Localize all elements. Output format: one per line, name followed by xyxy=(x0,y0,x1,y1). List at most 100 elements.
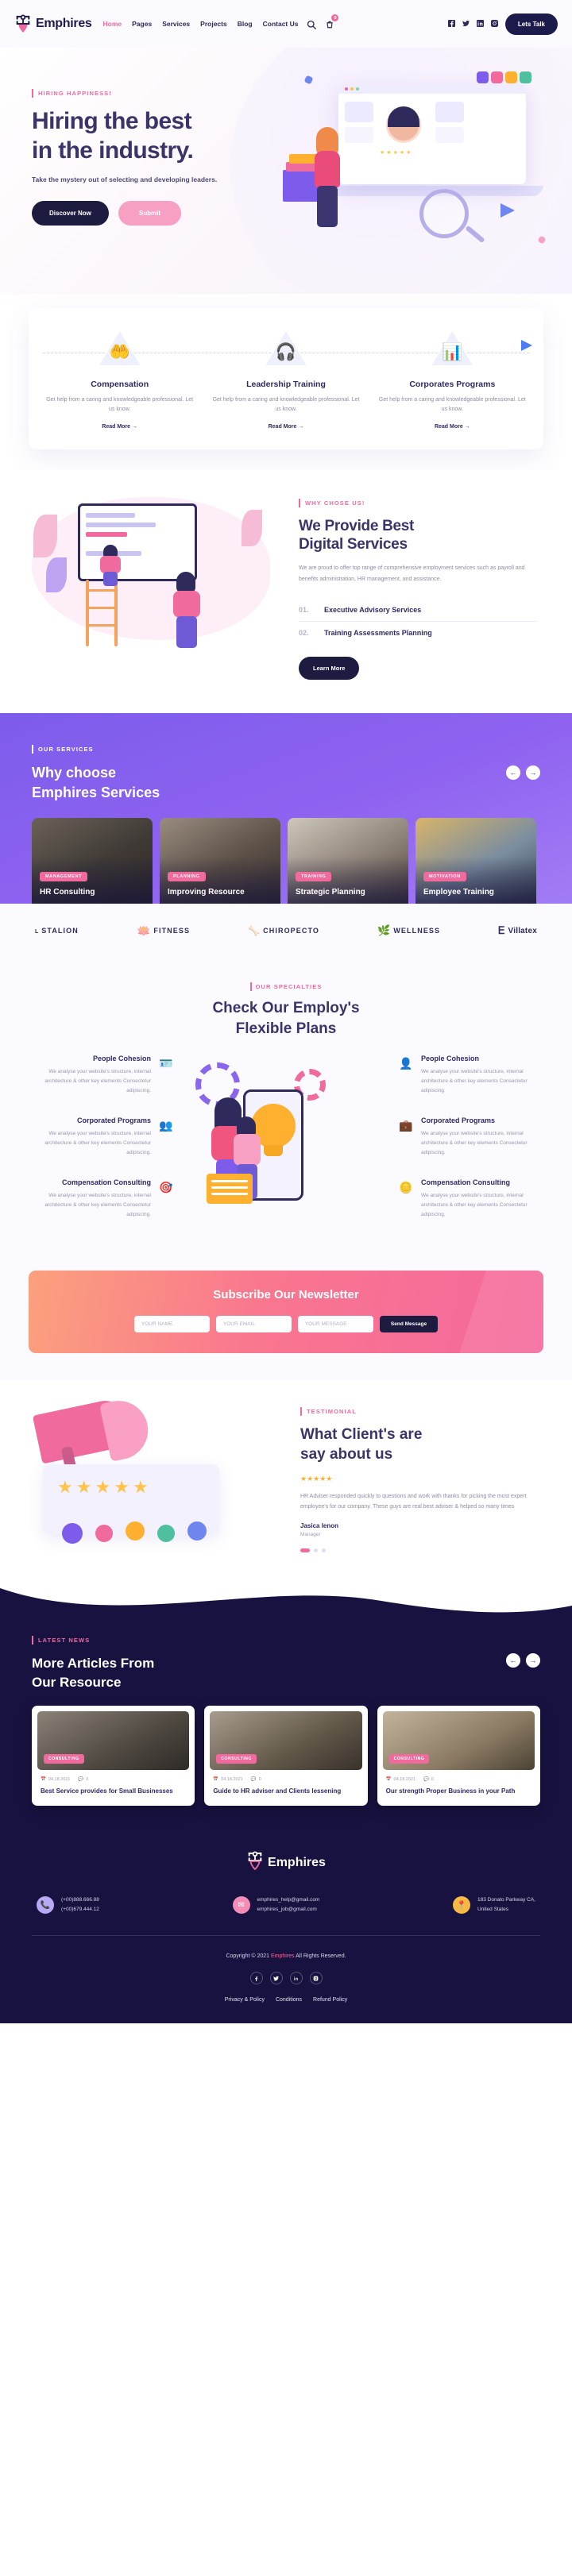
phone-icon: 📞 xyxy=(37,1896,54,1915)
testimonial-title: What Client's are say about us xyxy=(300,1425,539,1464)
digital-services-section: WHY CHOSE US! We Provide Best Digital Se… xyxy=(0,469,572,714)
blog-tag: CONSULTING xyxy=(216,1754,257,1764)
twitter-icon[interactable] xyxy=(269,1972,283,1985)
footer-contact-address[interactable]: 📍 183 Donato Parkway CA, United States xyxy=(453,1895,535,1915)
plan-feature[interactable]: Corporated Programs We analyse your webs… xyxy=(24,1116,175,1158)
instagram-icon[interactable] xyxy=(490,17,498,31)
plan-feature[interactable]: People Cohesion We analyse your website'… xyxy=(24,1055,175,1096)
search-icon[interactable] xyxy=(307,19,317,29)
why-card[interactable]: MANAGEMENT HR Consulting xyxy=(32,817,153,904)
send-message-button[interactable]: Send Message xyxy=(379,1316,439,1333)
service-desc: Get help from a caring and knowledgeable… xyxy=(212,397,360,413)
digital-list-item[interactable]: 01. Executive Advisory Services xyxy=(299,599,537,623)
email-input[interactable] xyxy=(215,1316,292,1333)
blog-card[interactable]: CONSULTING 📅 04.18.2021 💬 0 Our strength… xyxy=(377,1706,540,1807)
hero-person xyxy=(307,127,350,238)
footer-logo[interactable]: Emphires xyxy=(246,1850,326,1875)
blog-card[interactable]: CONSULTING 📅 04.18.2021 💬 0 Best Service… xyxy=(32,1706,195,1807)
phone-line-2: (+00)679.444.12 xyxy=(61,1907,99,1913)
nav-item-contact-us[interactable]: Contact Us xyxy=(263,20,299,28)
pagination-dot[interactable] xyxy=(322,1548,326,1552)
card-title: Employee Training xyxy=(423,887,494,897)
service-item-leadership-training[interactable]: 🎧 Leadership Training Get help from a ca… xyxy=(203,329,369,432)
carousel-next-icon[interactable]: → xyxy=(526,765,540,781)
newsletter-title: Subscribe Our Newsletter xyxy=(213,1288,359,1302)
message-input[interactable] xyxy=(297,1316,373,1333)
news-next-icon[interactable]: → xyxy=(526,1653,540,1668)
service-item-compensation[interactable]: 🤲 Compensation Get help from a caring an… xyxy=(37,329,203,432)
latest-news-section: LATEST NEWS More Articles From Our Resou… xyxy=(0,1588,572,1830)
address-line-1: 183 Donato Parkway CA, xyxy=(477,1897,535,1903)
deco-square-2 xyxy=(537,235,547,245)
testimonial-section: ★ ★ ★ ★ ★ TESTIMONIAL What Client's are say … xyxy=(0,1380,572,1589)
facebook-icon[interactable] xyxy=(447,17,455,31)
plan-feature[interactable]: Compensation Consulting We analyse your … xyxy=(24,1178,175,1220)
refund-policy-link[interactable]: Refund Policy xyxy=(313,1997,347,2003)
privacy-policy-link[interactable]: Privacy & Policy xyxy=(225,1997,265,2003)
instagram-icon[interactable] xyxy=(309,1972,323,1985)
why-card[interactable]: TRAINING Strategic Planning xyxy=(288,817,408,904)
avatar-dot-3 xyxy=(126,1521,145,1541)
ui-chip-1 xyxy=(345,102,373,122)
leaf-2 xyxy=(46,557,67,592)
service-item-corporates-programs[interactable]: 📊 Corporates Programs Get help from a ca… xyxy=(369,329,535,432)
blog-comments: 💬 0 xyxy=(78,1777,89,1783)
pagination-dot[interactable] xyxy=(314,1548,318,1552)
logo[interactable]: Emphires xyxy=(14,13,92,34)
nav-item-home[interactable]: Home xyxy=(103,20,122,28)
footer-contact-email[interactable]: ✉ emphires_help@gmail.com emphires_job@g… xyxy=(232,1895,319,1915)
magnifier-handle xyxy=(465,225,485,244)
news-prev-icon[interactable]: ← xyxy=(506,1653,520,1668)
blog-title: Guide to HR adviser and Clients lessenin… xyxy=(213,1787,342,1795)
target-chart-icon: 🎯 xyxy=(159,1180,173,1194)
nav-item-blog[interactable]: Blog xyxy=(238,20,253,28)
brand-name: STALION xyxy=(41,927,79,935)
cart-icon[interactable]: 0 xyxy=(325,14,339,29)
blog-photo: CONSULTING xyxy=(37,1711,190,1771)
plan-feature[interactable]: 🪙 Compensation Consulting We analyse you… xyxy=(397,1178,548,1220)
latest-title: More Articles From Our Resource xyxy=(32,1654,154,1691)
blog-card[interactable]: CONSULTING 📅 04.18.2021 💬 0 Guide to HR … xyxy=(204,1706,368,1807)
phone-line-1: (+00)888.666.88 xyxy=(61,1897,99,1903)
blog-date: 📅 04.18.2021 xyxy=(385,1777,416,1783)
review-stars: ★ ★ ★ ★ ★ xyxy=(57,1477,149,1498)
plans-left-column: People Cohesion We analyse your website'… xyxy=(24,1055,175,1240)
nav-item-services[interactable]: Services xyxy=(162,20,190,28)
name-input[interactable] xyxy=(133,1316,210,1333)
why-card[interactable]: MOTIVATION Employee Training xyxy=(415,817,536,904)
read-more-link[interactable]: Read More → xyxy=(102,424,137,430)
badge-chip-2 xyxy=(491,71,503,83)
facebook-icon[interactable] xyxy=(249,1972,263,1985)
linkedin-icon[interactable] xyxy=(289,1972,303,1985)
blog-photo: CONSULTING xyxy=(210,1711,362,1771)
learn-more-button[interactable]: Learn More xyxy=(299,657,360,681)
carousel-prev-icon[interactable]: ← xyxy=(506,765,520,781)
blog-comments: 💬 0 xyxy=(423,1777,434,1783)
plan-feature[interactable]: 👤 People Cohesion We analyse your websit… xyxy=(397,1055,548,1096)
plan-feature[interactable]: 💼 Corporated Programs We analyse your we… xyxy=(397,1116,548,1158)
submit-button[interactable]: Submit xyxy=(118,201,182,226)
nav-item-pages[interactable]: Pages xyxy=(132,20,152,28)
avatar-dot-2 xyxy=(95,1525,113,1543)
digital-list-item[interactable]: 02. Training Assessments Planning xyxy=(299,622,537,644)
linkedin-icon[interactable] xyxy=(476,17,484,31)
pagination-dot-active[interactable] xyxy=(300,1548,310,1552)
testimonial-pagination[interactable] xyxy=(300,1548,539,1552)
copyright-post: All Rights Reserved. xyxy=(294,1953,346,1960)
discover-now-button[interactable]: Discover Now xyxy=(32,201,109,226)
megaphone-cone xyxy=(99,1395,154,1463)
twitter-icon[interactable] xyxy=(462,17,470,31)
read-more-link[interactable]: Read More → xyxy=(269,424,304,430)
feature-desc: We analyse your website's structure, int… xyxy=(421,1193,528,1218)
conditions-link[interactable]: Conditions xyxy=(276,1997,302,2003)
footer-policy-links: Privacy & Policy Conditions Refund Polic… xyxy=(32,1997,540,2003)
nav-item-projects[interactable]: Projects xyxy=(200,20,227,28)
footer-contact-phone[interactable]: 📞 (+00)888.666.88 (+00)679.444.12 xyxy=(37,1895,99,1915)
why-card[interactable]: PLANNING Improving Resource xyxy=(160,817,280,904)
lets-talk-button[interactable]: Lets Talk xyxy=(504,13,558,35)
brand-logo-wellness: 🌿 WELLNESS xyxy=(377,924,440,937)
why-title-line-2: Emphires Services xyxy=(32,784,160,800)
read-more-link[interactable]: Read More → xyxy=(435,424,470,430)
main-nav: Home Pages Services Projects Blog Contac… xyxy=(103,20,299,28)
hero-illustration: ★ ★ ★ ★ ★ xyxy=(283,70,562,284)
